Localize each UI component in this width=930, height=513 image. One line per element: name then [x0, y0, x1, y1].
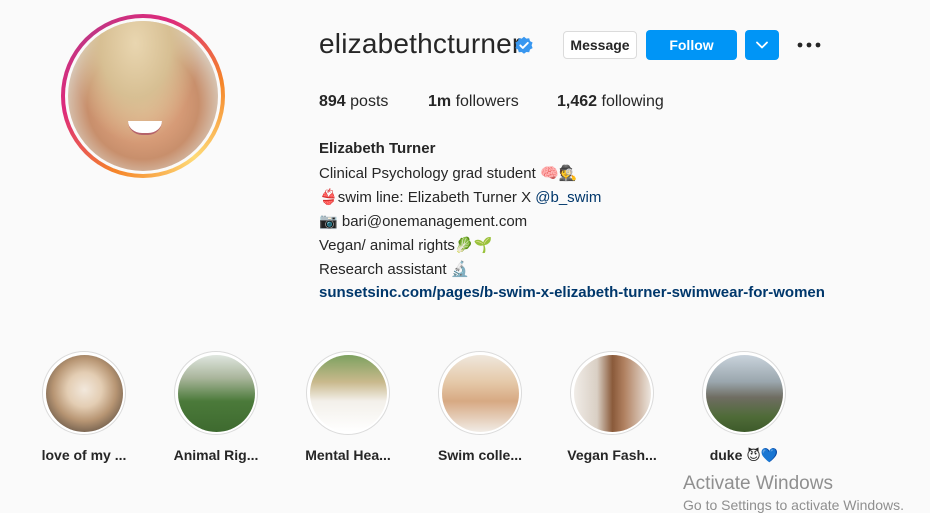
highlight-label-text: duke — [709, 447, 743, 463]
highlight-item[interactable]: duke 😈💙 — [689, 351, 799, 464]
highlight-thumbnail — [573, 354, 651, 432]
highlight-ring — [438, 351, 522, 435]
bio-line-2-text: swim line: Elizabeth Turner X — [337, 189, 536, 206]
mention-link[interactable]: @b_swim — [535, 189, 601, 206]
highlight-thumbnail — [309, 354, 387, 432]
highlight-ring — [42, 351, 126, 435]
camera-emoji-icon: 📷 — [319, 212, 338, 230]
bio-line-5-text: Research assistant — [319, 261, 451, 278]
highlight-ring — [570, 351, 654, 435]
bio-line-4: Vegan/ animal rights🥬🌱 — [319, 233, 825, 257]
website-link[interactable]: sunsetsinc.com/pages/b-swim-x-elizabeth-… — [319, 281, 825, 305]
bikini-emoji-icon: 👙 — [319, 188, 338, 206]
highlight-ring — [306, 351, 390, 435]
profile-username: elizabethcturner — [319, 28, 522, 59]
activate-windows-title: Activate Windows — [683, 473, 833, 494]
following-label: following — [601, 93, 664, 110]
highlight-label: love of my ... — [41, 447, 127, 463]
highlight-ring — [702, 351, 786, 435]
follow-button[interactable]: Follow — [646, 30, 737, 60]
chevron-down-icon — [756, 41, 768, 49]
highlight-thumbnail — [441, 354, 519, 432]
highlight-label: Mental Hea... — [305, 447, 391, 463]
highlight-ring — [174, 351, 258, 435]
followers-count: 1m — [428, 93, 452, 110]
leafy-green-seedling-emoji-icon: 🥬🌱 — [454, 236, 493, 254]
microscope-emoji-icon: 🔬 — [450, 260, 470, 278]
highlight-item[interactable]: Vegan Fash... — [557, 351, 667, 463]
suggested-dropdown-button[interactable] — [745, 30, 779, 60]
profile-avatar-ring[interactable] — [61, 14, 225, 178]
following-stat[interactable]: 1,462 following — [557, 93, 664, 111]
more-options-icon[interactable] — [797, 36, 821, 54]
highlight-label: Animal Rig... — [173, 447, 259, 463]
bio-line-4-text: Vegan/ animal rights — [319, 237, 455, 254]
avatar-gap — [65, 18, 221, 174]
highlight-item[interactable]: Swim colle... — [425, 351, 535, 463]
bio-line-1-text: Clinical Psychology grad student — [319, 165, 540, 182]
avatar-hair — [68, 21, 218, 171]
bio-line-3-text: bari@onemanagement.com — [337, 213, 528, 230]
posts-label: posts — [350, 93, 389, 110]
highlight-label: Vegan Fash... — [567, 447, 657, 463]
full-name: Elizabeth Turner — [319, 140, 436, 157]
highlight-thumbnail — [45, 354, 123, 432]
bio-line-3: 📷 bari@onemanagement.com — [319, 209, 825, 233]
highlight-item[interactable]: love of my ... — [29, 351, 139, 463]
highlight-thumbnail — [177, 354, 255, 432]
posts-stat: 894 posts — [319, 93, 388, 111]
profile-avatar[interactable] — [68, 21, 218, 171]
followers-stat[interactable]: 1m followers — [428, 93, 519, 111]
highlight-item[interactable]: Animal Rig... — [161, 351, 271, 463]
highlight-thumbnail — [705, 354, 783, 432]
highlight-item[interactable]: Mental Hea... — [293, 351, 403, 463]
followers-label: followers — [455, 93, 519, 110]
bio-line-5: Research assistant 🔬 — [319, 257, 825, 281]
verified-badge-icon — [515, 36, 533, 54]
following-count: 1,462 — [557, 93, 598, 110]
message-button[interactable]: Message — [563, 31, 637, 59]
bio-line-1: Clinical Psychology grad student 🧠🕵 — [319, 161, 825, 185]
highlight-label: duke 😈💙 — [689, 447, 799, 464]
highlight-label: Swim colle... — [437, 447, 523, 463]
posts-count: 894 — [319, 93, 346, 110]
brain-detective-emoji-icon: 🧠🕵 — [539, 164, 578, 182]
devil-heart-emoji-icon: 😈💙 — [746, 448, 779, 464]
bio-line-2: 👙swim line: Elizabeth Turner X @b_swim — [319, 185, 825, 209]
profile-bio: Elizabeth Turner Clinical Psychology gra… — [319, 137, 825, 305]
